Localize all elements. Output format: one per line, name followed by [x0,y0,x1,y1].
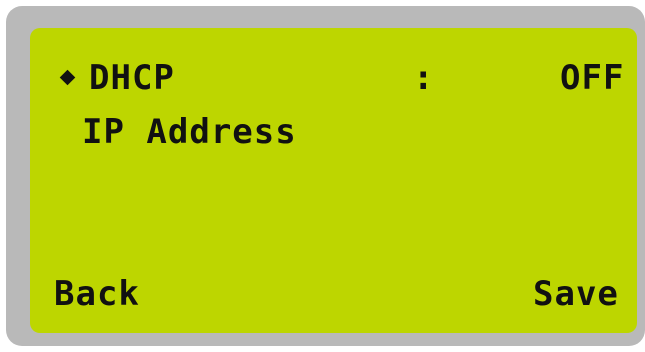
lcd-screen: DHCP : OFF IP Address Back Save [30,28,637,333]
dhcp-separator: : [413,58,435,98]
ip-address-menu-item[interactable]: IP Address [82,112,297,152]
dhcp-menu-item[interactable]: DHCP [89,58,175,98]
device-frame: DHCP : OFF IP Address Back Save [6,6,645,346]
back-softkey[interactable]: Back [54,274,140,314]
save-softkey[interactable]: Save [533,274,619,314]
dhcp-value[interactable]: OFF [560,58,624,98]
diamond-selector-icon [59,69,76,86]
